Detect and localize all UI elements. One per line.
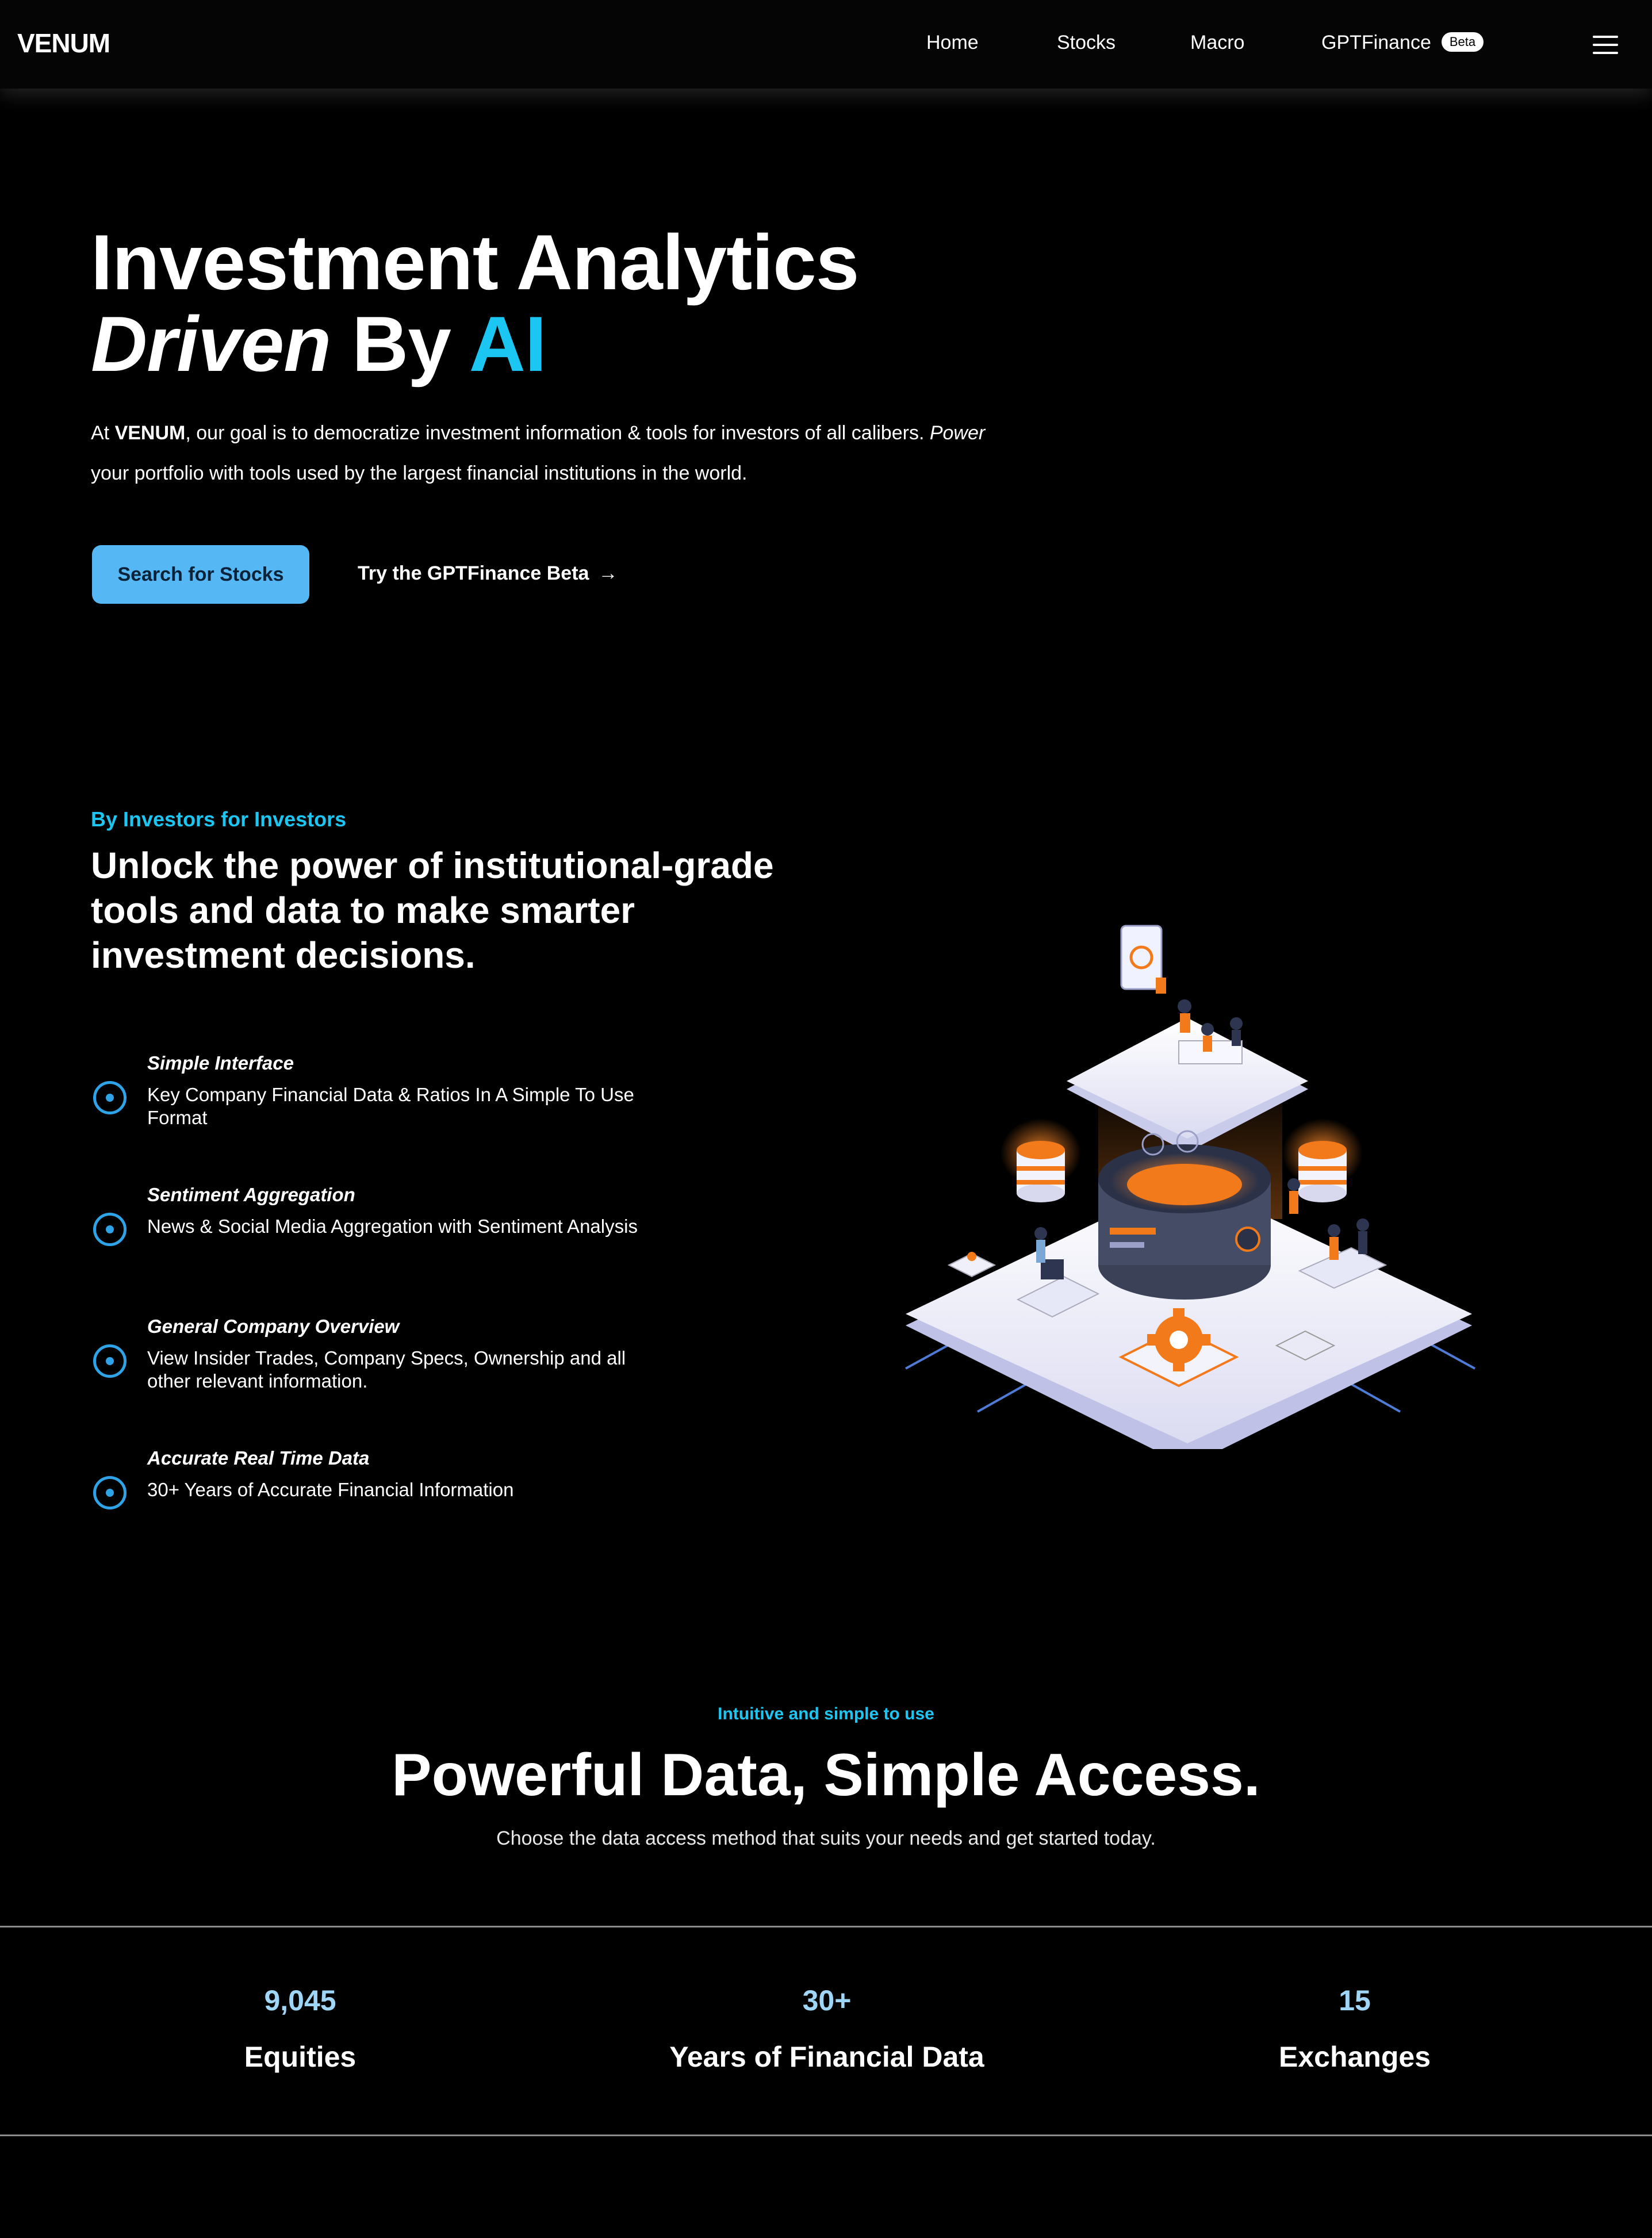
hero-desc-line2: your portfolio with tools used by the la… (91, 462, 748, 484)
features-eyebrow: By Investors for Investors (91, 807, 347, 831)
hamburger-menu-icon[interactable] (1593, 36, 1618, 54)
hero-desc-brand: VENUM (114, 422, 186, 444)
features-title: Unlock the power of institutional-grade … (91, 845, 774, 976)
stat-value: 15 (1339, 1984, 1371, 2017)
target-icon (93, 1081, 127, 1114)
hero-desc-body: , our goal is to democratize investment … (185, 422, 925, 444)
stat-value: 9,045 (264, 1984, 336, 2017)
feature-name: General Company Overview (147, 1316, 400, 1337)
feature-name: Sentiment Aggregation (147, 1184, 355, 1205)
stat-equities: 9,045 Equities (41, 1984, 559, 2074)
nav-link-home[interactable]: Home (926, 32, 979, 54)
top-navbar: VENUM Home Stocks Macro GPTFinance Beta (0, 0, 1652, 89)
beta-badge: Beta (1441, 32, 1484, 52)
hero-title-accent: AI (469, 300, 547, 388)
access-eyebrow: Intuitive and simple to use (718, 1704, 934, 1723)
search-stocks-button[interactable]: Search for Stocks (92, 545, 309, 604)
hero-title-by: By (352, 300, 451, 388)
feature-desc: 30+ Years of Accurate Financial Informat… (147, 1479, 514, 1500)
nav-link-macro[interactable]: Macro (1190, 32, 1244, 54)
stat-label: Equities (244, 2041, 357, 2073)
hero-title-italic: Driven (91, 300, 331, 388)
database-icon (1001, 1118, 1081, 1202)
access-title: Powerful Data, Simple Access. (392, 1742, 1260, 1808)
target-icon (93, 1344, 127, 1378)
target-icon (93, 1476, 127, 1509)
gptfinance-beta-link[interactable]: Try the GPTFinance Beta → (358, 562, 618, 585)
stat-years: 30+ Years of Financial Data (568, 1984, 1086, 2074)
feature-desc: View Insider Trades, Company Specs, Owne… (147, 1347, 626, 1392)
feature-name: Accurate Real Time Data (147, 1447, 370, 1469)
gptfinance-beta-link-label: Try the GPTFinance Beta (358, 562, 589, 584)
stat-label: Years of Financial Data (669, 2041, 984, 2073)
feature-desc: Key Company Financial Data & Ratios In A… (147, 1084, 634, 1128)
nav-link-stocks[interactable]: Stocks (1057, 32, 1116, 54)
feature-name: Simple Interface (147, 1052, 294, 1074)
hero-desc-italic: Power (929, 422, 986, 444)
hero-title: Investment Analytics Driven By AI (91, 219, 859, 388)
arrow-right-icon: → (598, 562, 618, 584)
nav-link-gptfinance-label: GPTFinance (1321, 32, 1431, 53)
access-subtitle: Choose the data access method that suits… (496, 1827, 1156, 1849)
logo[interactable]: VENUM (17, 28, 110, 59)
hero-desc-prefix: At (91, 422, 110, 444)
hero-description: At VENUM, our goal is to democratize inv… (91, 413, 1068, 493)
nav-link-gptfinance[interactable]: GPTFinance Beta (1321, 32, 1484, 54)
isometric-data-platform-illustration (905, 925, 1475, 1449)
feature-desc: News & Social Media Aggregation with Sen… (147, 1216, 638, 1237)
stat-label: Exchanges (1278, 2041, 1431, 2073)
stat-exchanges: 15 Exchanges (1096, 1984, 1613, 2074)
divider (0, 1926, 1652, 1927)
hero-title-line1: Investment Analytics (91, 219, 859, 306)
stat-value: 30+ (802, 1984, 852, 2017)
divider (0, 2134, 1652, 2136)
target-icon (93, 1213, 127, 1246)
